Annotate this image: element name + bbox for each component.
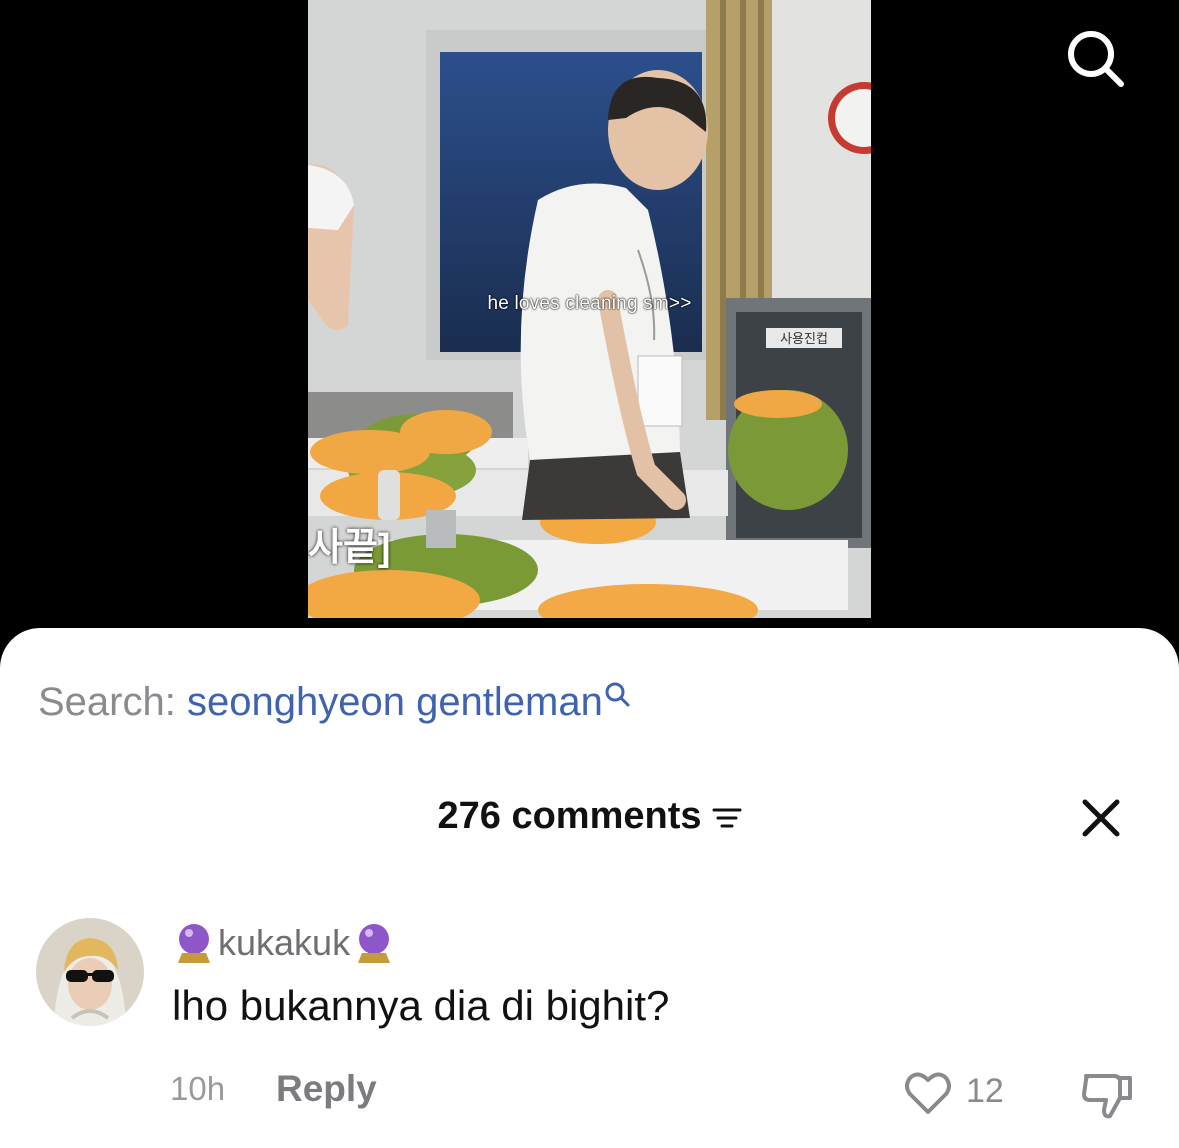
comments-sheet: Search: seonghyeon gentleman 276 comment… bbox=[0, 628, 1179, 1148]
video-subtitle-fragment: 사끝] bbox=[308, 527, 391, 569]
search-suggestion-label: Search: bbox=[38, 680, 176, 724]
dislike-button[interactable] bbox=[1080, 1068, 1134, 1122]
like-button[interactable] bbox=[902, 1066, 954, 1118]
video-caption: he loves cleaning sm>> bbox=[487, 293, 692, 314]
comment-text: lho bukannya dia di bighit? bbox=[172, 982, 670, 1029]
search-suggestion[interactable]: Search: seonghyeon gentleman bbox=[38, 678, 631, 726]
like-count: 12 bbox=[966, 1072, 1004, 1110]
close-button[interactable] bbox=[1081, 798, 1121, 838]
search-button[interactable] bbox=[1063, 26, 1127, 90]
thumbs-down-icon bbox=[1082, 1074, 1132, 1119]
comment-timestamp: 10h bbox=[170, 1070, 226, 1107]
comments-header: 276 comments bbox=[0, 794, 1179, 838]
filter-icon[interactable] bbox=[712, 803, 742, 833]
comments-count: 276 comments bbox=[437, 795, 702, 837]
heart-icon bbox=[905, 1072, 951, 1114]
search-icon bbox=[1068, 31, 1124, 87]
sign-text: 사용진컵 bbox=[780, 332, 828, 347]
video-frame[interactable]: 사용진컵 he loves cleaning sm>> 사끝] bbox=[308, 0, 871, 618]
crystal-ball-emoji-icon bbox=[358, 924, 391, 963]
comment-username-row[interactable]: kukakuk bbox=[172, 918, 396, 968]
avatar[interactable] bbox=[36, 918, 144, 1026]
crystal-ball-emoji-icon bbox=[178, 924, 210, 963]
avatar-image bbox=[36, 918, 144, 1026]
search-icon bbox=[605, 682, 630, 707]
search-suggestion-query[interactable]: seonghyeon gentleman bbox=[187, 680, 603, 724]
comment-username[interactable]: kukakuk bbox=[218, 922, 350, 964]
close-icon bbox=[1082, 799, 1120, 837]
reply-button[interactable]: Reply bbox=[276, 1068, 377, 1110]
video-player[interactable]: 사용진컵 he loves cleaning sm>> 사끝] bbox=[0, 0, 1179, 640]
